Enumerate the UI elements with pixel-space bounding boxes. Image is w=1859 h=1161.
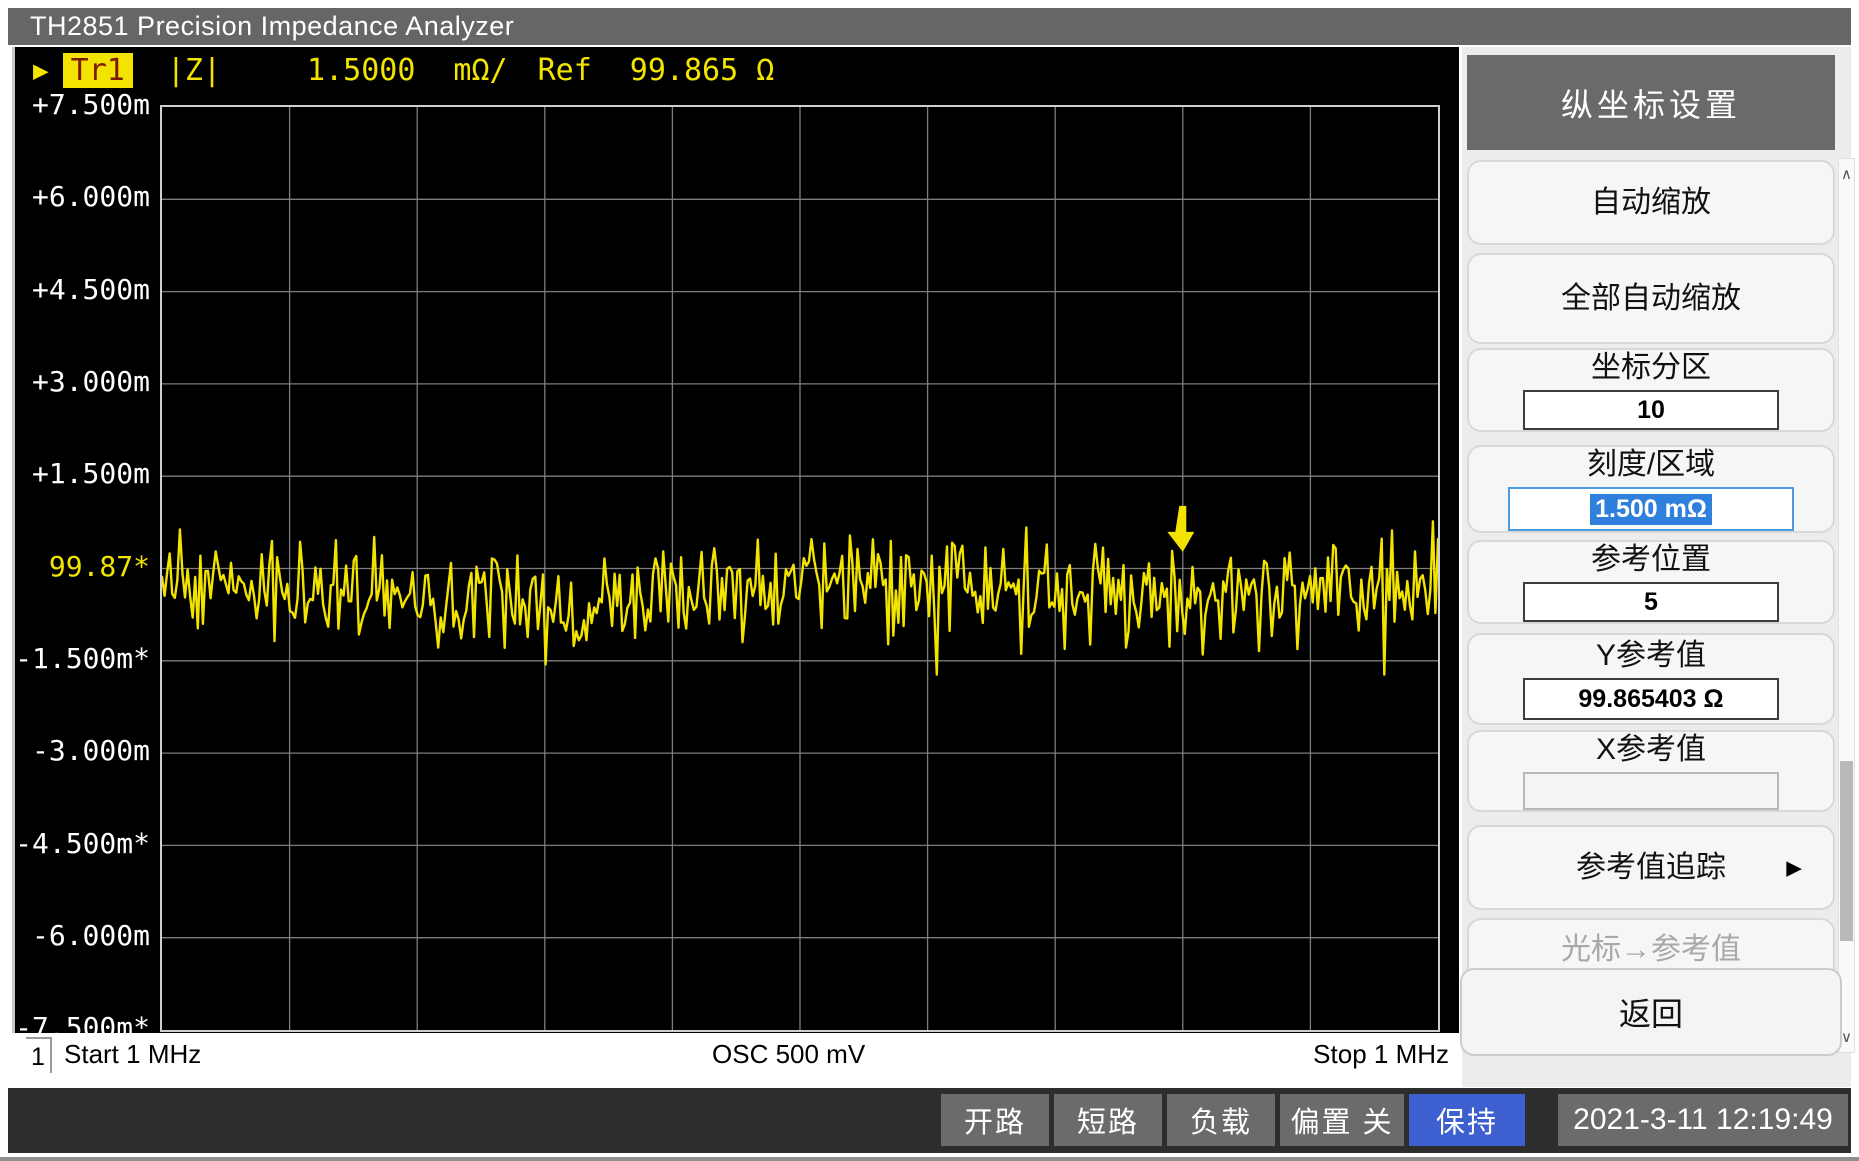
trace-selector-tr1[interactable]: Tr1 xyxy=(63,53,133,88)
measurement-screen: ▶ Tr1 |Z| 1.5000 mΩ/ Ref 99.865 Ω +7.500… xyxy=(12,47,1459,1033)
sidebar-scrollbar[interactable]: ∧ ∨ xyxy=(1838,158,1855,1053)
bottom-toolbar: 开路 短路 负载 偏置 关 保持 2021-3-11 12:19:49 xyxy=(8,1088,1851,1153)
marker-arrow-icon xyxy=(1167,506,1194,552)
window-edge xyxy=(0,1157,1859,1161)
divisions-button[interactable]: 坐标分区 10 xyxy=(1467,348,1835,432)
selected-text: 1.500 mΩ xyxy=(1590,494,1712,525)
scroll-up-button[interactable]: ∧ xyxy=(1839,161,1854,187)
osc-level-label: OSC 500 mV xyxy=(712,1039,865,1070)
divisions-input[interactable]: 10 xyxy=(1523,390,1779,430)
scale-per-division-button[interactable]: 刻度/区域 1.500 mΩ xyxy=(1467,445,1835,533)
panel-title: 纵坐标设置 xyxy=(1467,55,1835,150)
active-trace-arrow-icon: ▶ xyxy=(33,56,49,86)
open-correction-button[interactable]: 开路 xyxy=(941,1094,1049,1146)
load-correction-button[interactable]: 负载 xyxy=(1167,1094,1275,1146)
y-tick-label: -1.500m* xyxy=(0,642,150,676)
trace-format: |Z| xyxy=(167,53,221,88)
y-tick-label: -4.500m* xyxy=(0,827,150,861)
y-reference-value-button[interactable]: Y参考值 99.865403 Ω xyxy=(1467,633,1835,725)
trace-header: ▶ Tr1 |Z| 1.5000 mΩ/ Ref 99.865 Ω xyxy=(33,53,774,88)
window-title: TH2851 Precision Impedance Analyzer xyxy=(30,11,514,42)
plot-area xyxy=(160,105,1440,1032)
y-tick-label: +6.000m xyxy=(0,180,150,214)
trace-plot xyxy=(162,107,1438,1030)
reference-position-button[interactable]: 参考位置 5 xyxy=(1467,540,1835,624)
vertical-axis-settings-panel: 纵坐标设置 自动缩放 全部自动缩放 坐标分区 10 刻度/区域 1.500 mΩ… xyxy=(1462,47,1851,1087)
y-tick-label: -6.000m xyxy=(0,919,150,953)
y-tick-label: -3.000m xyxy=(0,734,150,768)
channel-indicator: 1 xyxy=(26,1037,52,1073)
trace-ref-label: Ref xyxy=(538,53,592,88)
trace-ref-value: 99.865 Ω xyxy=(630,53,775,88)
reference-position-input[interactable]: 5 xyxy=(1523,582,1779,622)
y-reference-value-input[interactable]: 99.865403 Ω xyxy=(1523,678,1779,720)
y-tick-label: +3.000m xyxy=(0,365,150,399)
y-tick-label: +7.500m xyxy=(0,88,150,122)
scale-per-division-input[interactable]: 1.500 mΩ xyxy=(1508,487,1794,531)
hold-button[interactable]: 保持 xyxy=(1409,1094,1525,1146)
x-reference-value-button[interactable]: X参考值 xyxy=(1467,730,1835,812)
trace-scale-unit: mΩ/ xyxy=(453,53,507,88)
sweep-info-strip: 1 Start 1 MHz OSC 500 mV Stop 1 MHz xyxy=(12,1033,1459,1085)
x-reference-value-input[interactable] xyxy=(1523,772,1779,810)
reference-tracking-button[interactable]: 参考值追踪 ► xyxy=(1467,825,1835,910)
clock-display: 2021-3-11 12:19:49 xyxy=(1558,1094,1848,1146)
return-button[interactable]: 返回 xyxy=(1460,968,1842,1056)
y-tick-label: +4.500m xyxy=(0,273,150,307)
title-bar: TH2851 Precision Impedance Analyzer xyxy=(8,8,1851,45)
bias-off-button[interactable]: 偏置 关 xyxy=(1280,1094,1404,1146)
sweep-start-label: Start 1 MHz xyxy=(64,1039,201,1070)
submenu-arrow-icon: ► xyxy=(1781,852,1807,883)
sweep-stop-label: Stop 1 MHz xyxy=(1313,1039,1449,1070)
y-reference-label: 99.87* xyxy=(0,550,150,584)
short-correction-button[interactable]: 短路 xyxy=(1054,1094,1162,1146)
autoscale-button[interactable]: 自动缩放 xyxy=(1467,160,1835,245)
app-window: TH2851 Precision Impedance Analyzer ▶ Tr… xyxy=(0,0,1859,1161)
autoscale-all-button[interactable]: 全部自动缩放 xyxy=(1467,253,1835,344)
y-tick-label: +1.500m xyxy=(0,457,150,491)
scroll-thumb[interactable] xyxy=(1840,761,1853,941)
trace-scale-value: 1.5000 xyxy=(307,53,415,88)
